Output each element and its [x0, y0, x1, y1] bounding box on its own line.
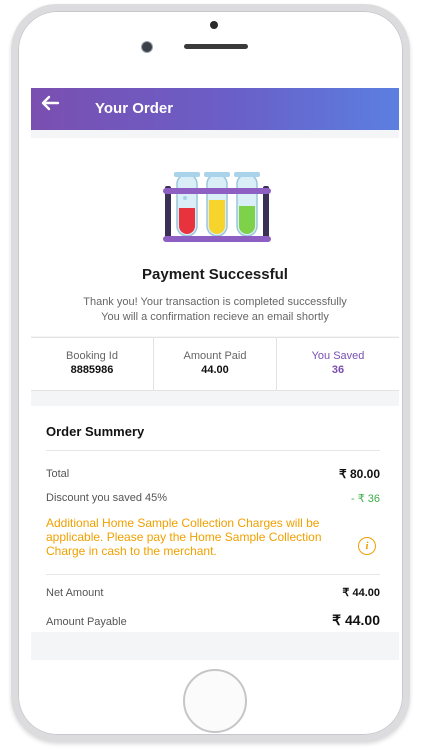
earpiece-speaker [184, 44, 248, 49]
order-summary-title: Order Summery [46, 424, 145, 439]
home-button[interactable] [183, 669, 247, 733]
front-camera [141, 41, 153, 53]
stat-label: Booking Id [66, 350, 118, 362]
total-value: ₹ 80.00 [339, 467, 380, 481]
discount-value: - ₹ 36 [350, 493, 380, 505]
total-label: Total [46, 468, 70, 480]
stat-value: 8885986 [70, 364, 114, 376]
stat-you-saved: You Saved 36 [276, 338, 399, 390]
info-icon[interactable]: i [358, 537, 376, 555]
stat-amount-paid: Amount Paid 44.00 [153, 338, 276, 390]
stat-value: 44.00 [201, 364, 229, 376]
sensor-dot [210, 21, 218, 29]
app-bar: Your Order [31, 88, 399, 130]
stat-label: Amount Paid [183, 350, 247, 362]
payment-status-title: Payment Successful [142, 266, 288, 283]
stat-label: You Saved [311, 350, 365, 362]
net-amount-label: Net Amount [46, 587, 104, 599]
app-screen: Your Order Payment Successful Thank you!… [31, 88, 399, 660]
payment-status-card: Payment Successful Thank you! Your trans… [31, 138, 399, 336]
confirmation-message-line-1: Thank you! Your transaction is completed… [83, 296, 347, 308]
order-summary-card: Order Summery Total ₹ 80.00 Discount you… [31, 406, 399, 632]
amount-payable-value: ₹ 44.00 [332, 612, 380, 628]
discount-label: Discount you saved 45% [46, 492, 168, 504]
home-collection-note: Additional Home Sample Collection Charge… [46, 516, 322, 558]
divider [46, 450, 380, 451]
order-stats: Booking Id 8885986 Amount Paid 44.00 You… [31, 337, 399, 391]
divider [46, 574, 380, 575]
page-title: Your Order [95, 100, 174, 117]
arrow-left-icon[interactable] [35, 92, 65, 122]
arrow-left-icon-glyph [41, 95, 60, 111]
net-amount-value: ₹ 44.00 [342, 587, 380, 599]
amount-payable-label: Amount Payable [46, 616, 127, 628]
stat-booking-id: Booking Id 8885986 [31, 338, 153, 390]
stat-value: 36 [331, 364, 345, 376]
confirmation-message-line-2: You will a confirmation recieve an email… [101, 311, 329, 323]
test-tubes-icon [163, 172, 271, 242]
